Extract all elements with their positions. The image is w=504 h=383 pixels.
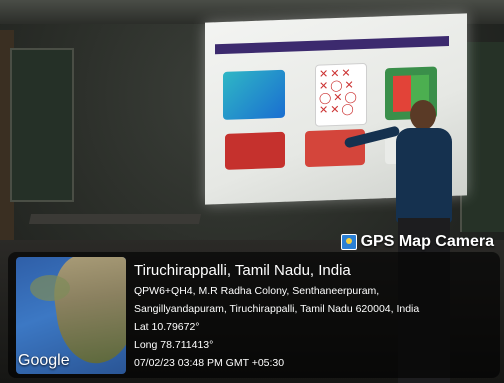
brand-label: GPS Map Camera	[360, 233, 494, 250]
projected-app-tile	[223, 69, 285, 120]
presenter-head	[410, 100, 436, 130]
map-landmass	[30, 275, 70, 301]
presenter-torso	[396, 128, 452, 223]
latitude: Lat 10.79672°	[134, 321, 200, 333]
gps-map-camera-badge: GPS Map Camera	[340, 230, 494, 254]
geotag-info: Tiruchirappalli, Tamil Nadu, India QPW6+…	[134, 262, 494, 372]
longitude: Long 78.711413°	[134, 339, 214, 351]
timestamp: 07/02/23 03:48 PM GMT +05:30	[134, 357, 285, 369]
gps-map-camera-icon	[340, 234, 357, 250]
projected-app-tile	[225, 131, 285, 170]
address-line-2: Sangillyandapuram, Tiruchirappalli, Tami…	[134, 303, 420, 315]
table	[28, 214, 202, 224]
map-thumbnail: Google	[16, 257, 126, 374]
left-chalkboard	[10, 48, 74, 202]
address-line-1: QPW6+QH4, M.R Radha Colony, Senthaneerpu…	[134, 285, 380, 297]
map-attribution: Google	[18, 352, 70, 369]
tic-tac-toe-icon: ✕✕✕ ✕◯✕ ◯✕◯ ✕✕◯	[319, 66, 359, 117]
projected-browser-bar	[215, 36, 449, 55]
place-name: Tiruchirappalli, Tamil Nadu, India	[134, 262, 351, 279]
